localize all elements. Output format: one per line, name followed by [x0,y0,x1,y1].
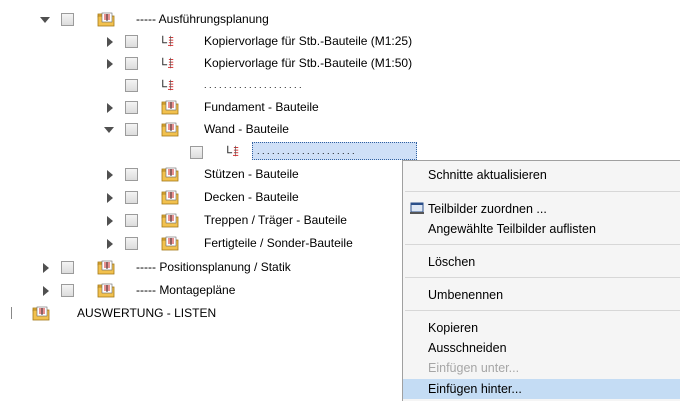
expand-toggle[interactable] [107,170,113,180]
tree-node-wand-child-selected[interactable]: . . . . . . . . . . . . . . . . . . . . [0,141,420,163]
tree-node-label: Fundament - Bauteile [204,100,319,114]
expand-toggle[interactable] [40,17,50,23]
checkbox[interactable] [125,168,138,181]
document-icon [162,79,174,91]
menu-item-einfuegen-hinter[interactable]: Einfügen hinter... [403,379,680,399]
menu-item-kopieren[interactable]: Kopieren [403,318,680,338]
tree-node-positionsplanung[interactable]: ----- Positionsplanung / Statik [0,257,400,279]
checkbox[interactable] [190,146,203,159]
tree-node-decken[interactable]: Decken - Bauteile [0,187,400,209]
menu-separator [405,310,680,311]
folder-icon [97,12,115,27]
context-menu: Schnitte aktualisieren Teilbilder zuordn… [402,160,680,401]
expand-toggle[interactable] [107,59,113,69]
menu-item-label: Einfügen hinter... [428,382,522,396]
expand-toggle[interactable] [107,103,113,113]
menu-item-label: Angewählte Teilbilder auflisten [428,222,596,236]
tree-node-stuetzen[interactable]: Stützen - Bauteile [0,164,400,186]
checkbox[interactable] [125,57,138,70]
folder-icon [32,306,50,321]
expand-toggle[interactable] [107,239,113,249]
checkbox[interactable] [125,191,138,204]
expand-toggle[interactable] [104,127,114,133]
tree-node-montageplaene[interactable]: ----- Montagepläne [0,280,400,302]
menu-item-label: Ausschneiden [428,341,507,355]
menu-item-umbenennen[interactable]: Umbenennen [403,285,680,305]
menu-item-label: Schnitte aktualisieren [428,168,547,182]
document-icon [162,57,174,69]
folder-icon [161,100,179,115]
folder-icon [97,260,115,275]
checkbox[interactable] [125,35,138,48]
tree-node-label: ----- Ausführungsplanung [136,12,269,26]
tree-node-fundament[interactable]: Fundament - Bauteile [0,97,400,119]
assign-icon [410,202,424,214]
tree-node-label: Stützen - Bauteile [204,167,299,181]
checkbox[interactable] [125,79,138,92]
checkbox[interactable] [125,237,138,250]
tree-node-ausfuehrungsplanung[interactable]: ----- Ausführungsplanung [0,9,400,31]
checkbox[interactable] [125,101,138,114]
menu-item-teilbilder-zuordnen[interactable]: Teilbilder zuordnen ... [403,199,680,219]
menu-item-angewaehlte-teilbilder[interactable]: Angewählte Teilbilder auflisten [403,219,680,239]
tree-node-kopiervorlage-50[interactable]: Kopiervorlage für Stb.-Bauteile (M1:50) [0,53,412,75]
tree-node-label: . . . . . . . . . . . . . . . . . . . . [204,80,302,90]
menu-item-label: Kopieren [428,321,479,335]
folder-icon [161,190,179,205]
menu-separator [405,191,680,192]
folder-icon [97,283,115,298]
menu-item-loeschen[interactable]: Löschen [403,252,680,272]
tree-node-label: Wand - Bauteile [204,122,289,136]
tree-node-label: Kopiervorlage für Stb.-Bauteile (M1:25) [204,34,413,48]
menu-item-label: Teilbilder zuordnen ... [428,202,547,216]
tree-node-label: AUSWERTUNG - LISTEN [77,306,217,320]
folder-icon [161,236,179,251]
tree-node-kopiervorlage-25[interactable]: Kopiervorlage für Stb.-Bauteile (M1:25) [0,31,412,53]
menu-item-ausschneiden[interactable]: Ausschneiden [403,338,680,358]
folder-icon [161,213,179,228]
expand-toggle[interactable] [107,216,113,226]
tree-node-auswertung[interactable]: AUSWERTUNG - LISTEN [0,303,400,325]
checkbox[interactable] [61,284,74,297]
tree-node-fertigteile[interactable]: Fertigteile / Sonder-Bauteile [0,233,400,255]
tree-line [11,307,12,319]
tree-node-label: ----- Positionsplanung / Statik [136,260,291,274]
tree-node-label: ----- Montagepläne [136,283,236,297]
menu-item-einfuegen-unter: Einfügen unter... [403,358,680,378]
document-icon [227,145,239,157]
tree-node-label: Treppen / Träger - Bauteile [204,213,347,227]
expand-toggle[interactable] [43,286,49,296]
tree-node-treppen[interactable]: Treppen / Träger - Bauteile [0,210,400,232]
menu-item-schnitte-aktualisieren[interactable]: Schnitte aktualisieren [403,165,680,185]
menu-item-label: Einfügen unter... [428,361,520,375]
checkbox[interactable] [125,214,138,227]
tree-node-label-selected: . . . . . . . . . . . . . . . . . . . . [252,142,417,160]
tree-node-label: Decken - Bauteile [204,190,299,204]
expand-toggle[interactable] [107,37,113,47]
checkbox[interactable] [125,123,138,136]
tree-node-dots[interactable]: . . . . . . . . . . . . . . . . . . . . [0,75,400,97]
menu-item-label: Löschen [428,255,476,269]
expand-toggle[interactable] [107,193,113,203]
menu-separator [405,277,680,278]
folder-icon [161,167,179,182]
folder-icon [161,122,179,137]
expand-toggle[interactable] [43,263,49,273]
checkbox[interactable] [61,13,74,26]
tree-node-label: Fertigteile / Sonder-Bauteile [204,236,353,250]
menu-item-label: Umbenennen [428,288,504,302]
checkbox[interactable] [61,261,74,274]
tree-node-label: Kopiervorlage für Stb.-Bauteile (M1:50) [204,56,413,70]
document-icon [162,35,174,47]
tree-node-wand[interactable]: Wand - Bauteile [0,119,400,141]
menu-separator [405,244,680,245]
